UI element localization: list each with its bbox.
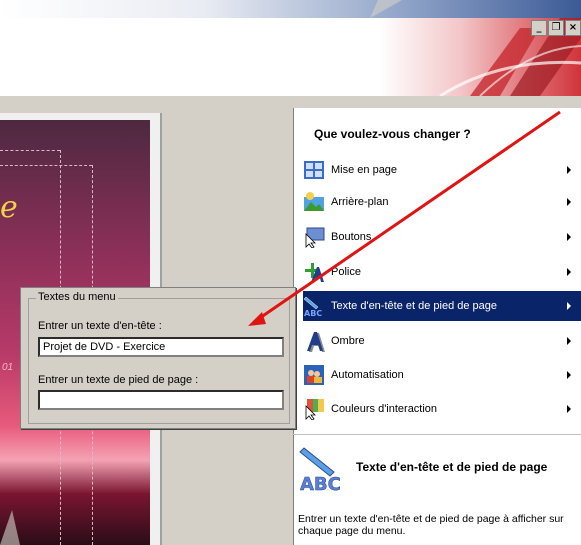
annotation-arrow <box>0 0 561 545</box>
